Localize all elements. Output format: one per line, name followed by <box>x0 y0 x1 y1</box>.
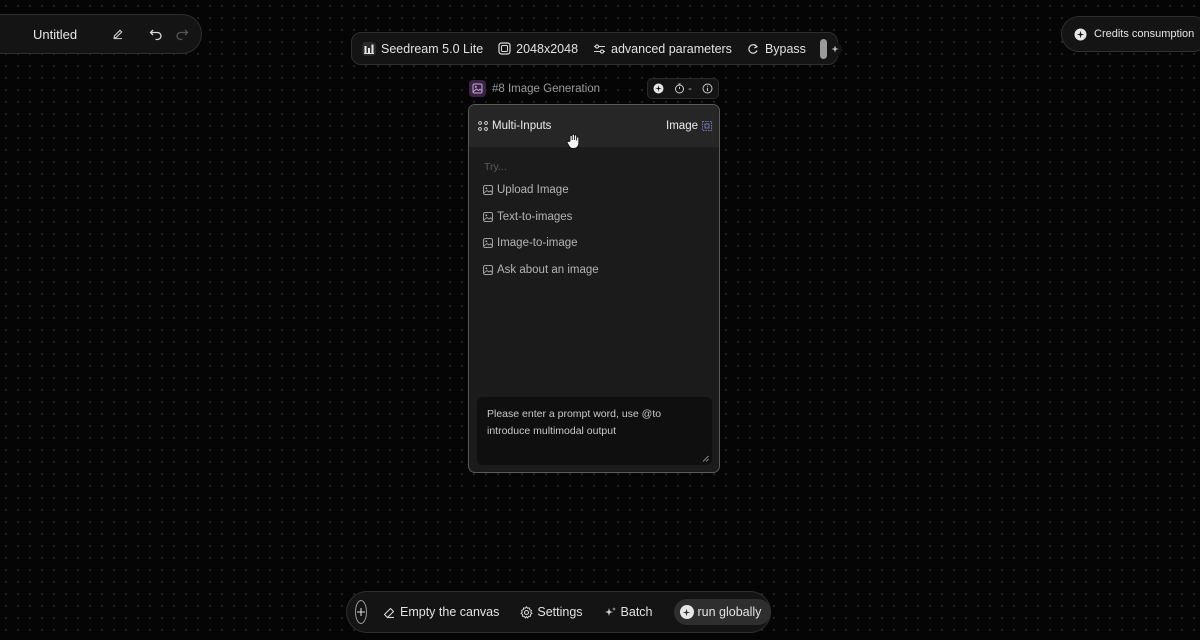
credits-label: Credits consumption <box>1094 28 1195 40</box>
node-title-label: #8 Image Generation <box>492 82 601 95</box>
node-timer[interactable]: - <box>674 83 692 95</box>
settings-button[interactable]: Settings <box>520 605 583 619</box>
credits-consumption-button[interactable]: Credits consumption <box>1061 16 1200 52</box>
advanced-label: advanced parameters <box>611 41 732 56</box>
info-icon <box>702 83 713 94</box>
node-controls: - <box>647 78 719 99</box>
node-run-button[interactable] <box>653 83 664 94</box>
empty-canvas-button[interactable]: Empty the canvas <box>383 605 499 619</box>
suggestion-label: Image-to-image <box>497 237 578 249</box>
timer-icon <box>674 83 685 94</box>
suggestion-label: Text-to-images <box>497 211 573 223</box>
redo-button[interactable] <box>169 21 195 47</box>
resolution-label: 2048x2048 <box>516 41 579 56</box>
node-info-button[interactable] <box>702 83 713 94</box>
multi-inputs-port[interactable]: Multi-Inputs <box>478 120 551 132</box>
suggestion-label: Ask about an image <box>497 264 599 276</box>
batch-label: Batch <box>620 605 653 619</box>
node-title: #8 Image Generation <box>469 80 600 97</box>
node-card-header: Multi-Inputs Image <box>469 105 719 147</box>
advanced-parameters-button[interactable]: advanced parameters <box>592 42 732 56</box>
image-node-icon <box>469 80 486 97</box>
image-output-port[interactable]: Image <box>666 120 712 132</box>
plus-icon <box>356 607 366 617</box>
run-toggle[interactable] <box>819 38 842 59</box>
resize-handle-icon[interactable] <box>702 455 709 462</box>
image-icon <box>483 212 493 222</box>
sparkle-icon <box>827 41 842 56</box>
redo-icon <box>175 27 189 41</box>
hand-cursor-icon <box>565 132 583 150</box>
top-toolbar: Seedream 5.0 Lite 2048x2048 advanced par… <box>351 32 842 65</box>
suggestion-label: Upload Image <box>497 184 569 196</box>
suggestion-ask-about-image[interactable]: Ask about an image <box>483 264 599 276</box>
try-label: Try... <box>484 161 507 173</box>
image-icon <box>483 238 493 248</box>
suggestion-image-to-image[interactable]: Image-to-image <box>483 237 578 249</box>
document-title[interactable]: Untitled <box>33 27 105 42</box>
multi-inputs-label: Multi-Inputs <box>492 120 552 132</box>
prompt-placeholder: Please enter a prompt word, use @to intr… <box>487 408 662 437</box>
grid-icon <box>702 121 712 131</box>
run-globally-button[interactable]: run globally <box>673 599 772 625</box>
bottom-toolbar: Empty the canvas Settings Batch run glob… <box>346 591 772 633</box>
image-icon <box>483 265 493 275</box>
undo-icon <box>149 27 163 41</box>
aspect-ratio-icon <box>497 42 511 56</box>
batch-button[interactable]: Batch <box>604 605 653 619</box>
bypass-icon <box>746 42 760 56</box>
model-selector[interactable]: Seedream 5.0 Lite <box>362 41 484 56</box>
credit-coin-icon <box>1074 28 1087 41</box>
edit-icon <box>112 28 124 40</box>
run-globally-label: run globally <box>697 605 762 619</box>
bypass-button[interactable]: Bypass <box>746 42 806 56</box>
sparkles-icon <box>604 606 617 619</box>
settings-label: Settings <box>537 605 583 619</box>
undo-button[interactable] <box>143 21 169 47</box>
bypass-label: Bypass <box>764 41 806 56</box>
prompt-input[interactable]: Please enter a prompt word, use @to intr… <box>477 397 712 465</box>
title-bar: Untitled <box>0 14 202 54</box>
suggestion-upload-image[interactable]: Upload Image <box>483 184 569 196</box>
gear-icon <box>520 605 533 619</box>
eraser-icon <box>383 606 396 619</box>
resolution-selector[interactable]: 2048x2048 <box>497 42 578 56</box>
multi-inputs-icon <box>478 121 488 131</box>
timer-value: - <box>688 82 692 95</box>
sliders-icon <box>592 42 606 56</box>
edit-title-button[interactable] <box>105 21 131 47</box>
suggestion-text-to-images[interactable]: Text-to-images <box>483 211 572 223</box>
image-icon <box>483 185 493 195</box>
add-node-button[interactable] <box>355 600 367 624</box>
credit-coin-icon <box>653 83 664 94</box>
image-generation-node[interactable]: Multi-Inputs Image Try... Upload Image T… <box>468 104 720 473</box>
credit-coin-icon <box>679 605 694 619</box>
bar-chart-icon <box>362 41 376 56</box>
model-label: Seedream 5.0 Lite <box>381 41 484 56</box>
empty-canvas-label: Empty the canvas <box>400 605 500 619</box>
image-output-label: Image <box>666 120 698 132</box>
